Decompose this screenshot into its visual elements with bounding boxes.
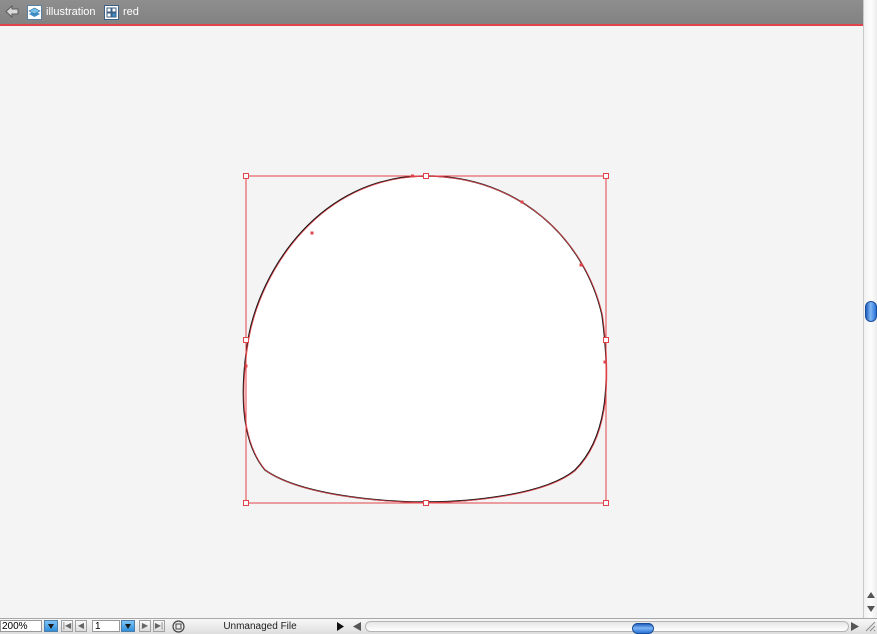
artwork bbox=[242, 173, 609, 506]
handle-top-left[interactable] bbox=[243, 173, 249, 179]
horizontal-scroll-track[interactable] bbox=[365, 621, 849, 634]
artboard-canvas[interactable] bbox=[0, 26, 863, 618]
zoom-dropdown-button[interactable] bbox=[44, 620, 58, 632]
anchor-point[interactable] bbox=[310, 231, 314, 235]
scroll-right-arrow-icon[interactable] bbox=[851, 622, 859, 631]
scroll-down-arrow-icon[interactable] bbox=[867, 606, 875, 612]
page-number-field[interactable]: 1 bbox=[92, 620, 120, 632]
back-arrow-icon[interactable] bbox=[5, 5, 19, 18]
horizontal-scroll-thumb[interactable] bbox=[632, 623, 654, 634]
anchor-point[interactable] bbox=[244, 364, 248, 368]
breadcrumb-item-red[interactable]: red bbox=[104, 4, 139, 20]
handle-bottom-right[interactable] bbox=[603, 500, 609, 506]
status-text: Unmanaged File bbox=[223, 621, 297, 632]
handle-bottom-center[interactable] bbox=[423, 500, 429, 506]
breadcrumb-label: illustration bbox=[46, 6, 96, 18]
vertical-scroll-thumb[interactable] bbox=[865, 301, 877, 322]
handle-middle-right[interactable] bbox=[603, 337, 609, 343]
next-page-button[interactable]: ▶ bbox=[139, 620, 151, 632]
last-page-button[interactable]: ▶| bbox=[153, 620, 165, 632]
anchor-point[interactable] bbox=[520, 200, 524, 204]
layer-icon bbox=[27, 4, 42, 20]
handle-bottom-left[interactable] bbox=[243, 500, 249, 506]
group-icon bbox=[104, 4, 119, 20]
handle-top-right[interactable] bbox=[603, 173, 609, 179]
horizontal-scrollbar[interactable] bbox=[351, 620, 863, 634]
anchor-point[interactable] bbox=[579, 263, 583, 267]
resize-grip-icon[interactable] bbox=[864, 620, 876, 633]
breadcrumb-label: red bbox=[123, 6, 139, 18]
breadcrumb-bar: illustration red bbox=[0, 0, 863, 26]
status-menu-arrow-icon[interactable] bbox=[337, 622, 344, 631]
anchor-point[interactable] bbox=[603, 360, 607, 364]
zoom-field[interactable]: 200% bbox=[0, 620, 42, 632]
scroll-up-arrow-icon[interactable] bbox=[867, 592, 875, 598]
handle-top-center[interactable] bbox=[423, 173, 429, 179]
first-page-button[interactable]: |◀ bbox=[61, 620, 73, 632]
version-cue-icon[interactable] bbox=[172, 620, 185, 633]
breadcrumb-item-illustration[interactable]: illustration bbox=[27, 4, 96, 20]
anchor-point[interactable] bbox=[411, 174, 414, 178]
scroll-left-arrow-icon[interactable] bbox=[353, 622, 361, 631]
previous-page-button[interactable]: ◀ bbox=[75, 620, 87, 632]
page-dropdown-button[interactable] bbox=[121, 620, 135, 632]
handle-middle-left[interactable] bbox=[243, 337, 249, 343]
vertical-scrollbar[interactable] bbox=[863, 0, 877, 618]
status-bar: 200% |◀ ◀ 1 ▶ ▶| Unmanaged File bbox=[0, 618, 877, 634]
